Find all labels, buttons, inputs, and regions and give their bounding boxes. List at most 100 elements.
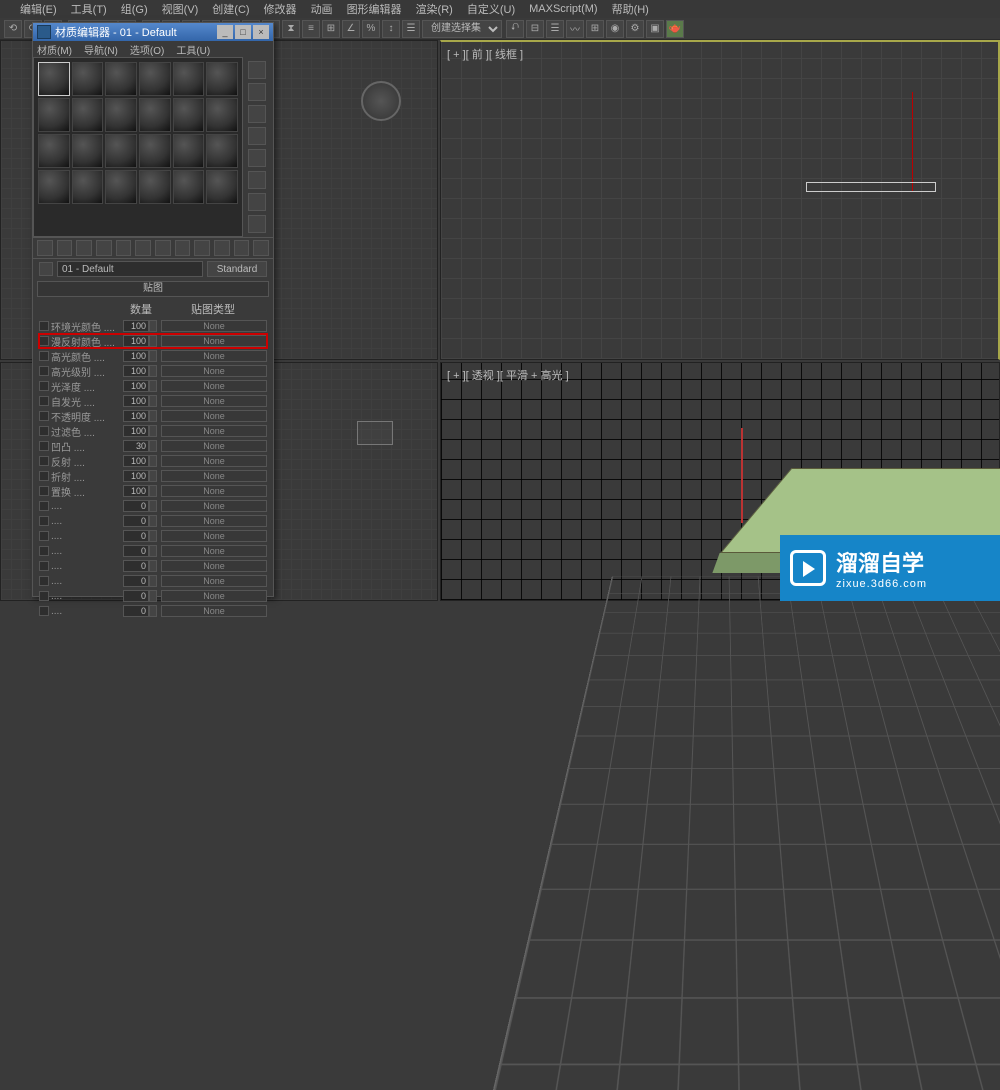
map-enable-checkbox[interactable] [39,576,49,586]
map-enable-checkbox[interactable] [39,441,49,451]
map-enable-checkbox[interactable] [39,321,49,331]
spinner-icon[interactable] [149,560,157,572]
map-amount-input[interactable]: 100 [123,470,149,482]
material-sample-slot[interactable] [139,62,171,96]
mirror-tool-icon[interactable]: ⧗ [282,20,300,38]
map-amount-input[interactable]: 0 [123,530,149,542]
render-setup-icon[interactable]: ⚙ [626,20,644,38]
spinner-icon[interactable] [149,515,157,527]
render-frame-icon[interactable]: ▣ [646,20,664,38]
spinner-icon[interactable] [149,545,157,557]
map-amount-input[interactable]: 0 [123,515,149,527]
map-enable-checkbox[interactable] [39,516,49,526]
map-enable-checkbox[interactable] [39,561,49,571]
material-sample-slot[interactable] [173,134,205,168]
map-enable-checkbox[interactable] [39,336,49,346]
map-amount-input[interactable]: 100 [123,485,149,497]
map-type-button[interactable]: None [161,545,267,557]
options-icon[interactable] [248,193,266,211]
map-amount-input[interactable]: 0 [123,545,149,557]
pivot-gizmo[interactable] [741,428,743,523]
material-sample-slot[interactable] [72,62,104,96]
spinner-icon[interactable] [149,470,157,482]
map-enable-checkbox[interactable] [39,531,49,541]
layer-icon[interactable]: ☰ [546,20,564,38]
material-sample-slot[interactable] [38,62,70,96]
spinner-icon[interactable] [149,410,157,422]
make-preview-icon[interactable] [248,171,266,189]
map-enable-checkbox[interactable] [39,606,49,616]
map-type-button[interactable]: None [161,590,267,602]
map-type-button[interactable]: None [161,485,267,497]
spinner-icon[interactable] [149,455,157,467]
map-type-button[interactable]: None [161,440,267,452]
map-amount-input[interactable]: 0 [123,500,149,512]
material-name-input[interactable] [57,261,203,277]
menu-item[interactable]: 帮助(H) [612,1,649,17]
map-amount-input[interactable]: 30 [123,440,149,452]
map-amount-input[interactable]: 0 [123,575,149,587]
video-check-icon[interactable] [248,149,266,167]
menu-item[interactable]: 组(G) [121,1,148,17]
map-enable-checkbox[interactable] [39,366,49,376]
material-sample-slot[interactable] [38,98,70,132]
backlight-icon[interactable] [248,83,266,101]
align-tool-icon[interactable]: ≡ [302,20,320,38]
map-type-button[interactable]: None [161,605,267,617]
map-amount-input[interactable]: 100 [123,380,149,392]
material-sample-slot[interactable] [105,98,137,132]
sample-type-icon[interactable] [248,61,266,79]
show-end-icon[interactable] [214,240,230,256]
spinner-icon[interactable] [149,380,157,392]
spinner-icon[interactable] [149,425,157,437]
map-amount-input[interactable]: 100 [123,455,149,467]
map-enable-checkbox[interactable] [39,351,49,361]
spinner-icon[interactable] [149,500,157,512]
snap-toggle-icon[interactable]: ⊞ [322,20,340,38]
spinner-icon[interactable] [149,605,157,617]
material-sample-slot[interactable] [206,170,238,204]
maximize-button[interactable]: □ [235,25,251,39]
map-type-button[interactable]: None [161,395,267,407]
material-sample-slot[interactable] [72,134,104,168]
map-type-button[interactable]: None [161,350,267,362]
material-sample-slot[interactable] [38,170,70,204]
map-amount-input[interactable]: 0 [123,605,149,617]
map-enable-checkbox[interactable] [39,591,49,601]
material-sample-slot[interactable] [173,62,205,96]
curve-editor-icon[interactable]: 〰 [566,20,584,38]
material-sample-slot[interactable] [38,134,70,168]
spinner-icon[interactable] [149,350,157,362]
menu-item[interactable]: 创建(C) [212,1,249,17]
map-amount-input[interactable]: 100 [123,320,149,332]
map-enable-checkbox[interactable] [39,471,49,481]
material-type-button[interactable]: Standard [207,261,267,277]
material-sample-slot[interactable] [105,170,137,204]
material-sample-slot[interactable] [173,98,205,132]
spinner-icon[interactable] [149,395,157,407]
sample-uv-icon[interactable] [248,127,266,145]
map-amount-input[interactable]: 0 [123,560,149,572]
get-material-icon[interactable] [37,240,53,256]
menu-item[interactable]: 图形编辑器 [347,1,402,17]
spinner-icon[interactable] [149,320,157,332]
map-amount-input[interactable]: 100 [123,335,149,347]
material-sample-slot[interactable] [105,62,137,96]
menu-item[interactable]: 动画 [311,1,333,17]
material-editor-titlebar[interactable]: 材质编辑器 - 01 - Default _ □ × [33,23,273,41]
spinner-icon[interactable] [149,335,157,347]
put-to-scene-icon[interactable] [57,240,73,256]
map-type-button[interactable]: None [161,515,267,527]
schematic-icon[interactable]: ⊞ [586,20,604,38]
named-sel-icon[interactable]: ☰ [402,20,420,38]
map-enable-checkbox[interactable] [39,501,49,511]
tool-undo-icon[interactable]: ⟲ [4,20,22,38]
menu-item[interactable]: 修改器 [264,1,297,17]
menu-item[interactable]: MAXScript(M) [529,3,597,15]
spinner-snap-icon[interactable]: ↕ [382,20,400,38]
material-sample-slot[interactable] [105,134,137,168]
map-type-button[interactable]: None [161,560,267,572]
map-type-button[interactable]: None [161,335,267,347]
map-enable-checkbox[interactable] [39,426,49,436]
material-sample-slot[interactable] [72,170,104,204]
